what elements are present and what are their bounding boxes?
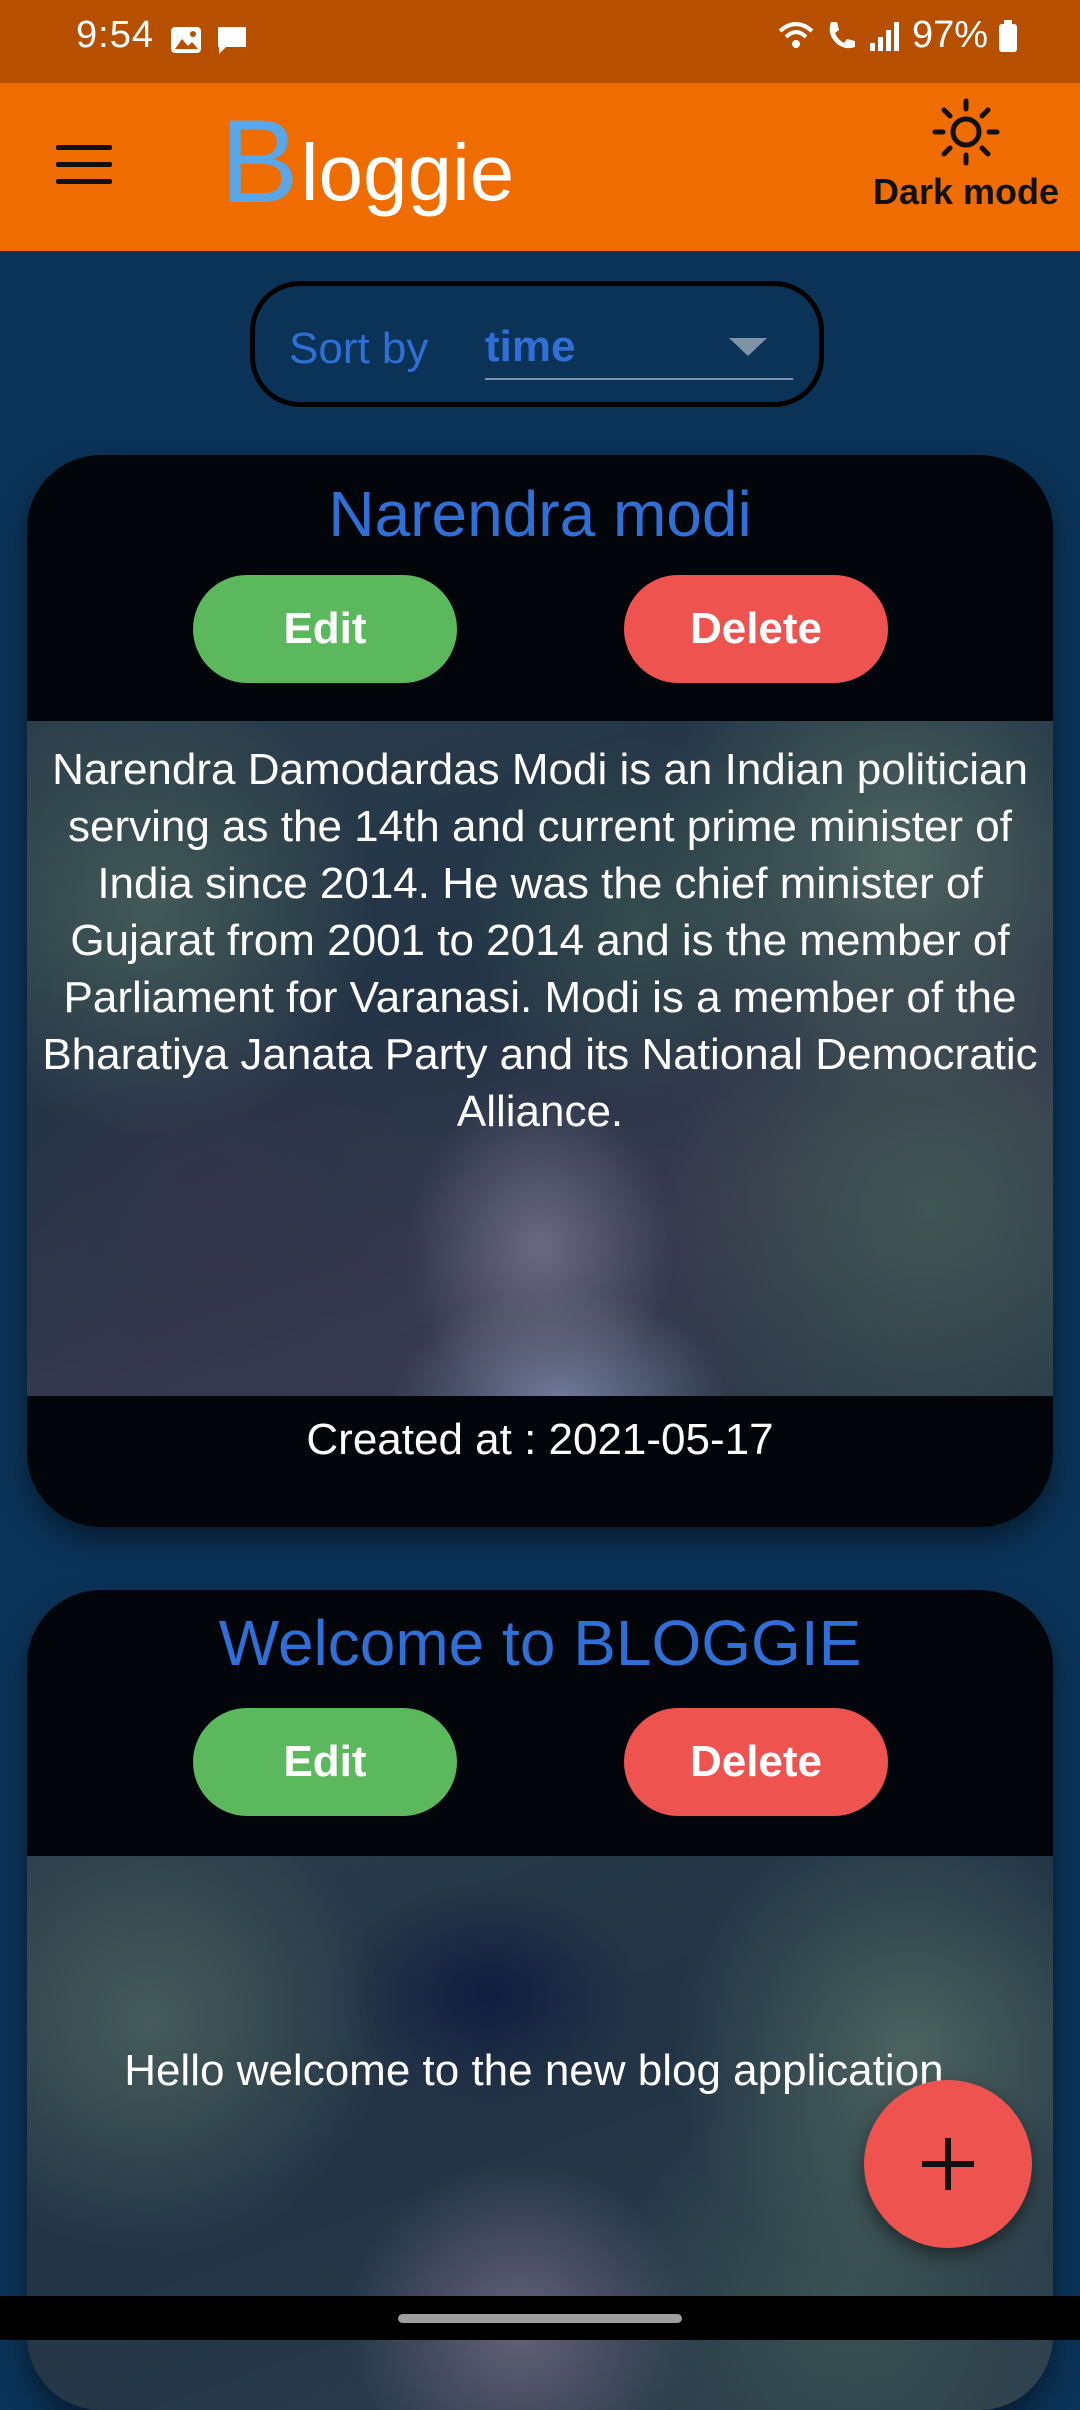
plus-icon xyxy=(922,2138,974,2190)
wifi-calling-icon xyxy=(778,21,814,48)
sun-icon xyxy=(932,98,1000,166)
battery-percent: 97% xyxy=(911,14,988,56)
sort-label: Sort by xyxy=(289,324,429,373)
navigation-bar xyxy=(0,2296,1080,2340)
post-body: Hello welcome to the new blog applicatio… xyxy=(124,2046,956,2095)
dark-mode-label: Dark mode xyxy=(872,171,1060,212)
image-icon xyxy=(171,27,201,53)
status-right: 97% xyxy=(778,14,1018,57)
sort-dropdown[interactable]: time xyxy=(485,316,793,380)
signal-icon xyxy=(869,21,899,51)
edit-button[interactable]: Edit xyxy=(193,575,457,683)
message-icon xyxy=(218,27,246,54)
dark-mode-toggle[interactable]: Dark mode xyxy=(866,97,1066,213)
logo-text: loggie xyxy=(300,128,515,217)
app-bar: B loggie Dark mode xyxy=(0,83,1080,251)
delete-button[interactable]: Delete xyxy=(624,1708,888,1816)
status-bar: 9:54 97% xyxy=(0,0,1080,83)
caret-down-icon xyxy=(729,338,767,356)
home-gesture-handle[interactable] xyxy=(398,2314,682,2323)
menu-icon[interactable] xyxy=(56,145,112,189)
post-card: Narendra modi Edit Delete Narendra Damod… xyxy=(27,455,1053,1527)
sort-control: Sort by time xyxy=(250,281,824,407)
app-logo: B loggie xyxy=(220,103,514,221)
sort-selected-value: time xyxy=(485,322,576,371)
post-title: Welcome to BLOGGIE xyxy=(218,1607,862,1679)
post-image: Narendra Damodardas Modi is an Indian po… xyxy=(27,721,1053,1396)
call-icon xyxy=(829,21,855,48)
add-post-button[interactable] xyxy=(864,2080,1032,2248)
delete-button[interactable]: Delete xyxy=(624,575,888,683)
post-body: Narendra Damodardas Modi is an Indian po… xyxy=(42,745,1038,1136)
post-card: Welcome to BLOGGIE Edit Delete Hello wel… xyxy=(27,1590,1053,2410)
post-created-at: Created at : 2021-05-17 xyxy=(306,1415,774,1464)
edit-button[interactable]: Edit xyxy=(193,1708,457,1816)
post-title: Narendra modi xyxy=(328,478,752,550)
status-time: 9:54 xyxy=(76,14,154,56)
battery-icon xyxy=(999,19,1017,52)
logo-initial: B xyxy=(220,96,299,228)
